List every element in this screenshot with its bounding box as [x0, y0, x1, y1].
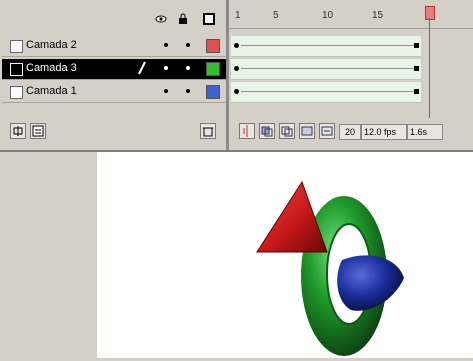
layer-name: Camada 1	[26, 85, 77, 97]
layer-name: Camada 2	[26, 39, 77, 51]
add-guide-layer-icon[interactable]	[30, 123, 46, 139]
frame-row[interactable]	[231, 36, 421, 57]
layer-controls	[0, 120, 226, 142]
keyframe[interactable]	[234, 43, 239, 48]
tween-line	[241, 45, 419, 46]
layer-icon	[10, 40, 23, 53]
timeline-status-bar: 20 12.0 fps 1.6s	[229, 120, 473, 142]
layer-header	[0, 6, 226, 32]
playhead-line	[429, 18, 430, 118]
outline-color-square[interactable]	[206, 39, 220, 53]
frame-row[interactable]	[231, 59, 421, 80]
visibility-dot[interactable]	[164, 89, 168, 93]
stage-canvas[interactable]	[97, 152, 473, 358]
keyframe[interactable]	[414, 43, 419, 48]
keyframe[interactable]	[414, 89, 419, 94]
keyframe[interactable]	[414, 66, 419, 71]
layer-row-camada-1[interactable]: Camada 1	[2, 82, 226, 103]
elapsed-time: 1.6s	[407, 124, 443, 140]
layer-row-camada-3[interactable]: Camada 3	[2, 59, 226, 80]
onion-skin-outlines-icon[interactable]	[279, 123, 295, 139]
modify-onion-markers-icon[interactable]	[319, 123, 335, 139]
trash-icon[interactable]	[200, 123, 216, 139]
frame-ruler[interactable]: 1 5 10 15	[229, 6, 473, 29]
keyframe[interactable]	[234, 89, 239, 94]
insert-layer-icon[interactable]	[10, 123, 26, 139]
layer-name: Camada 3	[26, 62, 77, 74]
outline-icon[interactable]	[203, 13, 215, 25]
lock-icon[interactable]	[177, 13, 189, 25]
layer-icon	[10, 63, 23, 76]
center-frame-icon[interactable]	[239, 123, 255, 139]
layer-row-camada-2[interactable]: Camada 2	[2, 36, 226, 57]
keyframe[interactable]	[234, 66, 239, 71]
lock-dot[interactable]	[186, 43, 190, 47]
ruler-tick: 5	[273, 10, 279, 21]
timeline-panel: Camada 2 Camada 3 Camada 1 1 5 10 15 20 …	[0, 0, 473, 150]
onion-skin-icon[interactable]	[259, 123, 275, 139]
edit-multiple-frames-icon[interactable]	[299, 123, 315, 139]
blue-cone-shape[interactable]	[337, 255, 404, 311]
eye-icon[interactable]	[155, 13, 167, 25]
ruler-tick: 15	[372, 10, 384, 21]
frame-rate: 12.0 fps	[361, 124, 407, 140]
layer-icon	[10, 86, 23, 99]
ruler-tick: 10	[322, 10, 334, 21]
outline-color-square[interactable]	[206, 85, 220, 99]
ruler-tick: 1	[235, 10, 241, 21]
tween-line	[241, 91, 419, 92]
pencil-icon	[137, 61, 147, 78]
lock-dot[interactable]	[186, 89, 190, 93]
lock-dot[interactable]	[186, 66, 190, 70]
visibility-dot[interactable]	[164, 43, 168, 47]
outline-color-square[interactable]	[206, 62, 220, 76]
playhead[interactable]	[425, 6, 435, 20]
frame-row[interactable]	[231, 82, 421, 103]
stage-artwork	[256, 180, 404, 356]
visibility-dot[interactable]	[164, 66, 168, 70]
current-frame: 20	[339, 124, 361, 140]
tween-line	[241, 68, 419, 69]
